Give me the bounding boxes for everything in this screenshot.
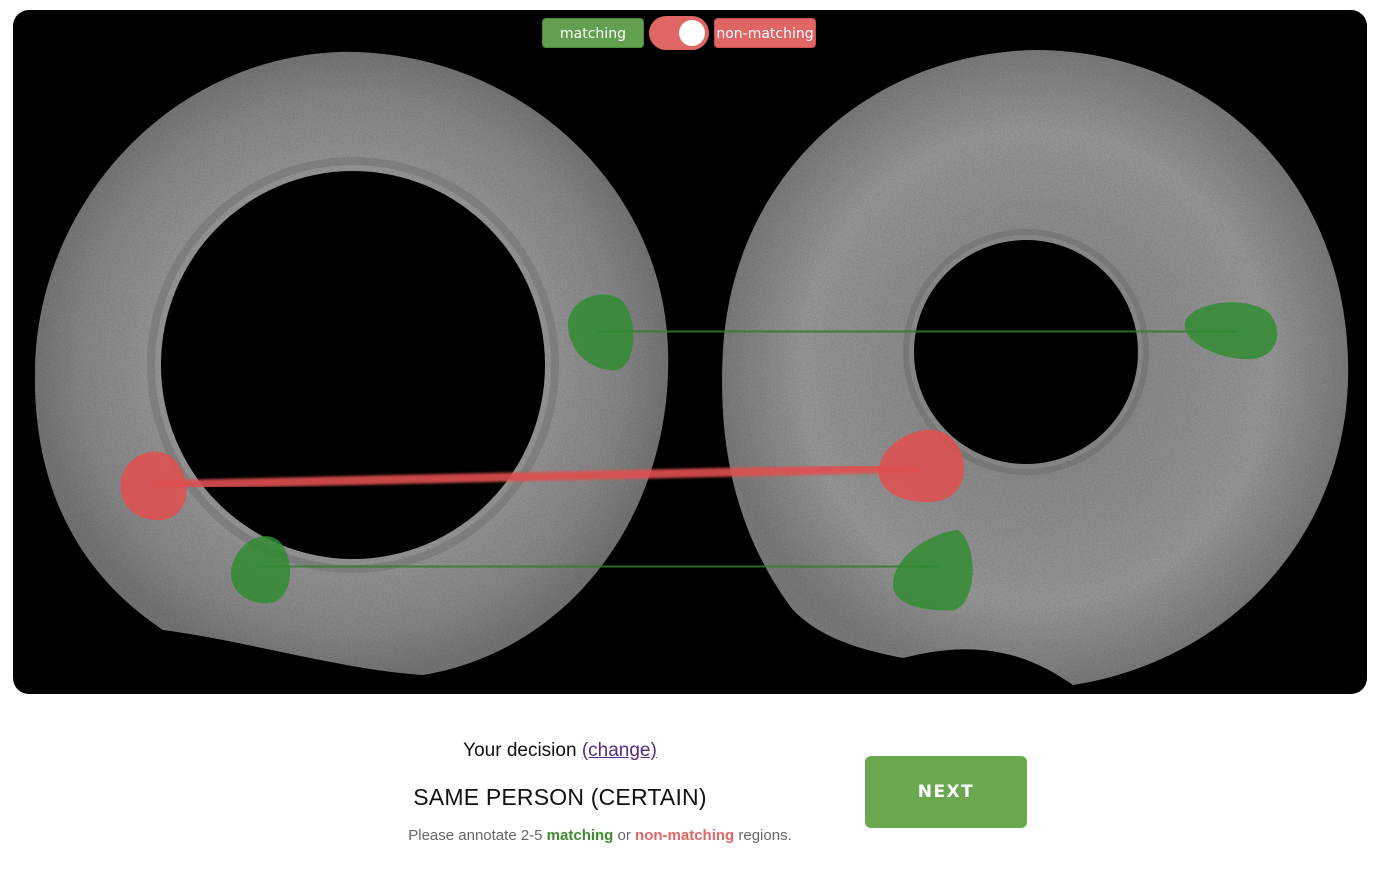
- match-line: [262, 561, 939, 572]
- right-iris-image[interactable]: [722, 50, 1349, 685]
- mode-switch[interactable]: [649, 16, 709, 50]
- next-button[interactable]: NEXT: [865, 756, 1027, 828]
- change-decision-link[interactable]: (change): [582, 740, 657, 761]
- match-line: [597, 326, 1239, 337]
- hint-matching: matching: [546, 827, 614, 844]
- hint-text-or: or: [613, 827, 636, 844]
- left-iris-image[interactable]: [34, 51, 669, 676]
- annotation-hint: Please annotate 2-5 matching or non-matc…: [300, 827, 900, 844]
- decision-prefix: Your decision: [463, 740, 577, 761]
- hint-text: Please annotate 2-5: [408, 827, 547, 844]
- annotation-mode-toggle: matching non-matching: [542, 16, 816, 50]
- decision-label-row: Your decision (change): [350, 738, 770, 764]
- iris-comparison-viewer[interactable]: matching non-matching: [13, 10, 1367, 694]
- decision-value: SAME PERSON (CERTAIN): [413, 784, 707, 810]
- iris-canvas[interactable]: [13, 10, 1367, 694]
- nonmatching-mode-button[interactable]: non-matching: [714, 18, 816, 48]
- matching-mode-button[interactable]: matching: [542, 18, 644, 48]
- switch-knob[interactable]: [679, 20, 705, 46]
- hint-nonmatching: non-matching: [635, 827, 735, 844]
- hint-text-end: regions.: [734, 827, 792, 844]
